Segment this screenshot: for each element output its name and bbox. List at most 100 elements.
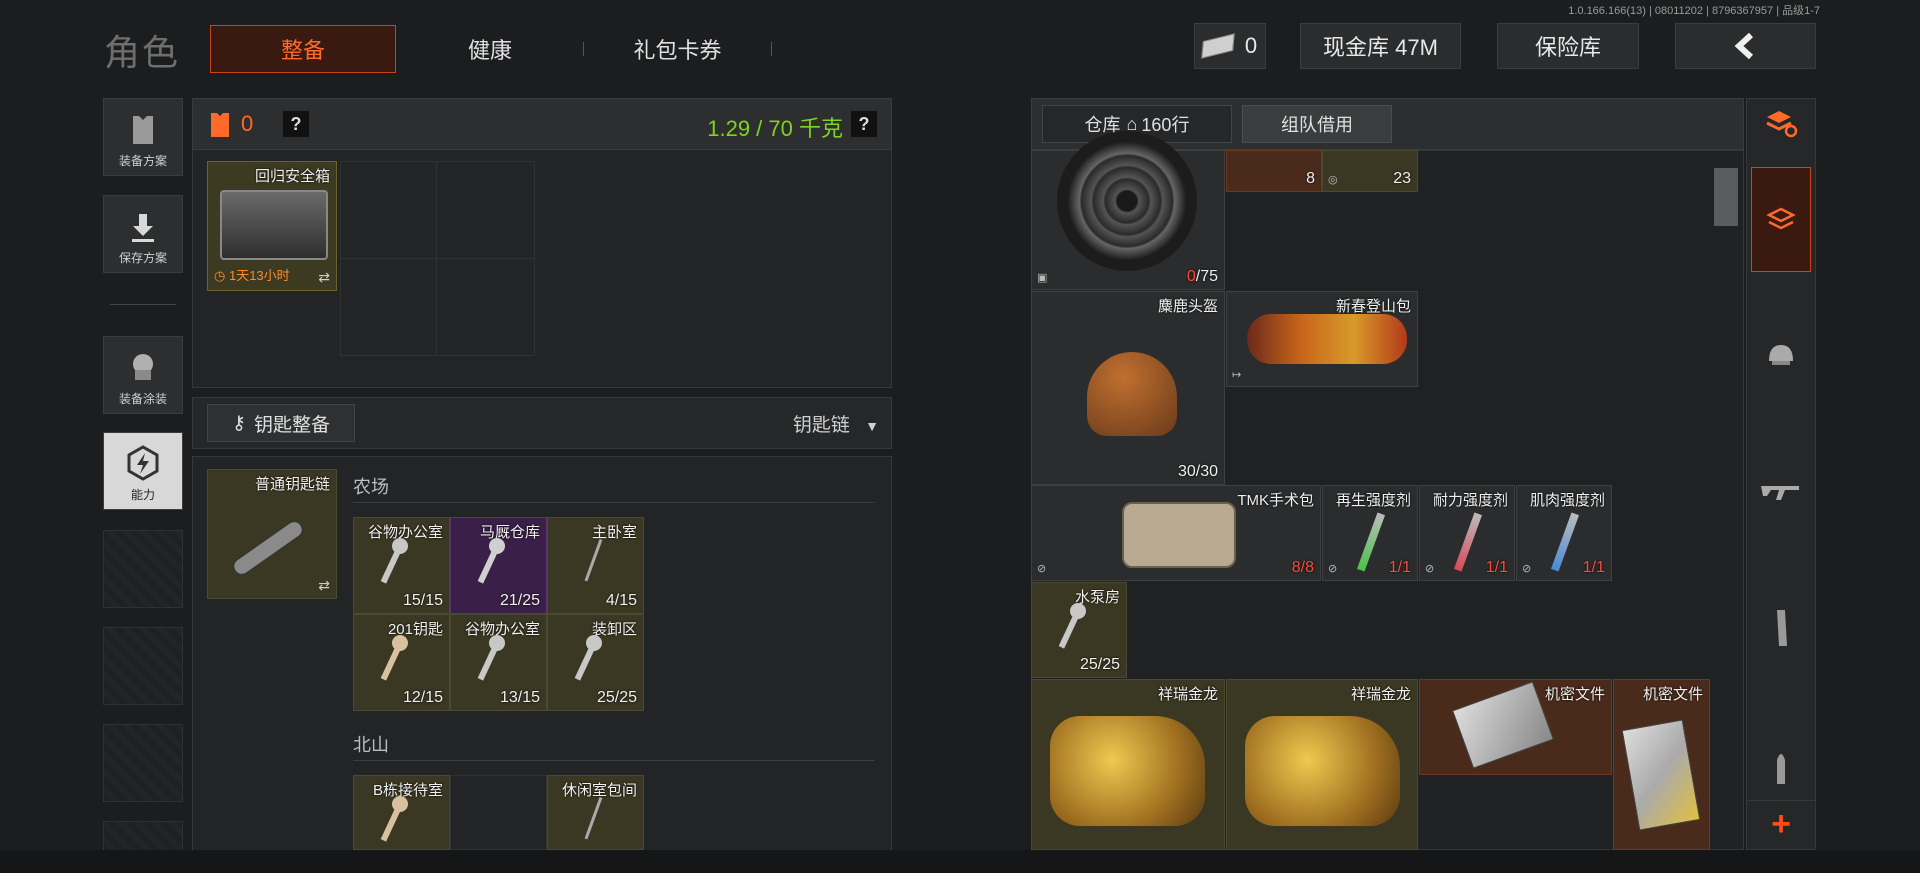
version-text: 1.0.166.166(13) | 08011202 | 8796367957 … bbox=[1568, 5, 1820, 17]
golden-dragon-item[interactable]: 祥瑞金龙 bbox=[1226, 679, 1418, 850]
secret-document-item[interactable]: 机密文件 bbox=[1419, 679, 1612, 775]
sidebar-ability[interactable]: 能力 bbox=[103, 432, 183, 510]
item-name: 麋鹿头盔 bbox=[1157, 298, 1218, 315]
keychain-dropdown[interactable]: 钥匙链 ▼ bbox=[793, 410, 879, 437]
endurance-stim-item[interactable]: 耐力强度剂 ⊘ 1/1 bbox=[1419, 485, 1515, 581]
cube-icon: ▣ bbox=[1037, 272, 1048, 284]
item-name: 机密文件 bbox=[1642, 686, 1703, 703]
secure-case-slot[interactable]: 回归安全箱 ◷ 1天13小时 ⇄ bbox=[207, 161, 337, 291]
key-group-label: 农场 bbox=[353, 477, 389, 497]
key-slot[interactable]: 马厩仓库 21/25 bbox=[450, 517, 547, 614]
key-icon: ⚷ bbox=[232, 412, 246, 434]
grid-line bbox=[340, 258, 535, 259]
key-slot[interactable]: 谷物办公室 13/15 bbox=[450, 614, 547, 711]
key-slot[interactable]: 主卧室 4/15 bbox=[547, 517, 644, 614]
golden-dragon-item[interactable]: 祥瑞金龙 bbox=[1031, 679, 1225, 850]
item-count: 8/8 bbox=[1291, 559, 1314, 576]
spring-backpack-item[interactable]: 新春登山包 ↦ bbox=[1226, 291, 1418, 387]
weight-help-button[interactable]: ? bbox=[851, 111, 877, 137]
key-group-label: 北山 bbox=[353, 735, 389, 755]
cash-vault-button[interactable]: 现金库 47M bbox=[1300, 23, 1461, 69]
kit-image bbox=[1122, 502, 1236, 568]
rifle-icon bbox=[1761, 486, 1799, 500]
filter-magazine-button[interactable] bbox=[1747, 598, 1815, 658]
team-borrow-tab[interactable]: 组队借用 bbox=[1242, 105, 1392, 143]
warehouse-item[interactable]: 8 bbox=[1226, 150, 1322, 192]
currency-display[interactable]: 0 bbox=[1194, 23, 1266, 69]
item-count: 4/15 bbox=[605, 592, 637, 609]
item-count: 21/25 bbox=[499, 592, 540, 609]
filter-weapon-button[interactable] bbox=[1747, 460, 1815, 520]
sort-stack-button[interactable] bbox=[1747, 104, 1815, 144]
pump-room-key-item[interactable]: 水泵房 25/25 bbox=[1031, 582, 1127, 678]
chevron-down-icon: ▼ bbox=[865, 418, 879, 434]
sidebar-camo[interactable]: 装备涂装 bbox=[103, 336, 183, 414]
back-button[interactable] bbox=[1675, 23, 1816, 69]
case-image bbox=[220, 190, 328, 260]
filter-helmet-button[interactable] bbox=[1747, 325, 1815, 385]
sidebar-empty-slot bbox=[103, 724, 183, 802]
keychain-slot[interactable]: 普通钥匙链 ⇄ bbox=[207, 469, 337, 599]
key-slot[interactable]: B栋接待室 bbox=[353, 775, 450, 850]
armor-count: 0 bbox=[241, 111, 254, 136]
regen-stim-item[interactable]: 再生强度剂 ⊘ 1/1 bbox=[1322, 485, 1418, 581]
item-name: 祥瑞金龙 bbox=[1350, 686, 1411, 703]
dragon-image bbox=[1245, 716, 1400, 826]
warehouse-scrollbar[interactable] bbox=[1714, 168, 1738, 226]
sidebar-loadout-plans[interactable]: 装备方案 bbox=[103, 98, 183, 176]
warehouse-item[interactable]: ◎ 23 bbox=[1322, 150, 1418, 192]
backpack-image bbox=[1247, 314, 1407, 364]
lightning-hex-icon bbox=[127, 445, 159, 481]
tab-gift-cards[interactable]: 礼包卡券 bbox=[600, 25, 755, 73]
sidebar-save-plan[interactable]: 保存方案 bbox=[103, 195, 183, 273]
keys-tab-button[interactable]: ⚷ 钥匙整备 bbox=[207, 404, 355, 442]
sidebar-label: 装备方案 bbox=[118, 154, 167, 168]
item-name: 祥瑞金龙 bbox=[1157, 686, 1218, 703]
muscle-stim-item[interactable]: 肌肉强度剂 ⊘ 1/1 bbox=[1516, 485, 1612, 581]
swap-icon[interactable]: ⇄ bbox=[318, 269, 330, 286]
antler-helmet-item[interactable]: 麋鹿头盔 30/30 bbox=[1031, 291, 1225, 485]
magazine-icon bbox=[1777, 610, 1787, 646]
drum-magazine-item[interactable]: ▣ 0/75 bbox=[1031, 131, 1225, 290]
keys-header: ⚷ 钥匙整备 钥匙链 ▼ bbox=[192, 397, 892, 449]
currency-value: 0 bbox=[1244, 33, 1258, 58]
group-divider bbox=[353, 760, 875, 761]
item-name: 肌肉强度剂 bbox=[1529, 492, 1605, 509]
empty-key-slot[interactable] bbox=[450, 775, 547, 850]
layers-refresh-icon bbox=[1766, 111, 1798, 138]
key-icon bbox=[380, 538, 408, 584]
item-count: 1/1 bbox=[1388, 559, 1411, 576]
item-name: 耐力强度剂 bbox=[1432, 492, 1508, 509]
item-name: 新春登山包 bbox=[1335, 298, 1411, 315]
bottom-bar bbox=[0, 850, 1920, 873]
stack-filter-icon bbox=[1766, 207, 1796, 229]
no-insure-icon: ⊘ bbox=[1328, 563, 1338, 575]
item-count: 1/1 bbox=[1582, 559, 1605, 576]
disk-image bbox=[1621, 719, 1701, 831]
key-slot[interactable]: 201钥匙 12/15 bbox=[353, 614, 450, 711]
tab-health[interactable]: 健康 bbox=[420, 25, 560, 73]
swap-icon[interactable]: ⇄ bbox=[318, 577, 330, 594]
tab-divider bbox=[583, 42, 584, 56]
sidebar-label: 装备涂装 bbox=[118, 392, 167, 406]
item-count: 0/75 bbox=[1186, 268, 1218, 285]
filter-ammo-button[interactable] bbox=[1747, 738, 1815, 798]
key-icon bbox=[380, 635, 408, 681]
download-icon bbox=[132, 214, 154, 242]
add-filter-button[interactable]: + bbox=[1747, 800, 1815, 847]
tab-loadout[interactable]: 整备 bbox=[210, 25, 396, 73]
case-timer: ◷ 1天13小时 bbox=[214, 268, 290, 283]
item-name: 回归安全箱 bbox=[254, 168, 330, 185]
disk-image bbox=[1451, 681, 1555, 769]
vest-icon bbox=[133, 116, 153, 144]
armor-help-button[interactable]: ? bbox=[283, 111, 309, 137]
secret-document-item[interactable]: 机密文件 bbox=[1613, 679, 1710, 850]
key-slot[interactable]: 谷物办公室 15/15 bbox=[353, 517, 450, 614]
item-count: 15/15 bbox=[402, 592, 443, 609]
tmk-surgical-kit-item[interactable]: TMK手术包 ⊘ 8/8 bbox=[1031, 485, 1321, 581]
safe-vault-button[interactable]: 保险库 bbox=[1497, 23, 1639, 69]
key-slot[interactable]: 装卸区 25/25 bbox=[547, 614, 644, 711]
item-name: TMK手术包 bbox=[1237, 492, 1314, 509]
key-slot[interactable]: 休闲室包间 bbox=[547, 775, 644, 850]
filter-all-button[interactable] bbox=[1751, 167, 1811, 272]
